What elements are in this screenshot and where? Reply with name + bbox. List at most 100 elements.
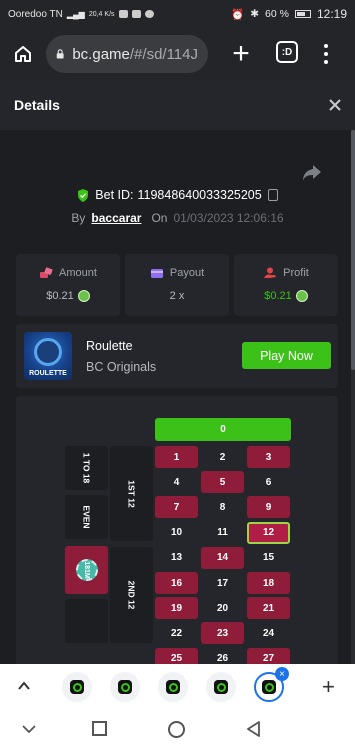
shield-check-icon: [78, 188, 89, 202]
on-label: On: [151, 211, 168, 225]
tab-thumbnail[interactable]: [110, 672, 140, 702]
tab-strip: × +: [0, 664, 355, 710]
new-tab-button[interactable]: +: [226, 39, 256, 69]
copy-icon[interactable]: [267, 189, 278, 201]
clock: 12:19: [316, 7, 347, 21]
roulette-number-cell: 27: [247, 647, 290, 664]
game-card: ROULETTE Roulette BC Originals Play Now: [16, 324, 338, 388]
share-icon[interactable]: [302, 164, 322, 182]
page-title: Details: [14, 97, 60, 113]
roulette-number-cell: 10: [155, 521, 198, 544]
roulette-number-cell: 22: [155, 622, 198, 645]
home-icon: [15, 46, 31, 62]
roulette-number-cell: 6: [247, 471, 290, 494]
outside-bet-odd: [65, 599, 108, 643]
youtube-icon: [118, 10, 128, 18]
roulette-number-cell: 4: [155, 471, 198, 494]
address-bar[interactable]: bc.game/#/sd/114J: [46, 35, 208, 73]
data-speed: 20,4 K/s: [88, 10, 115, 18]
roulette-number-cell: 9: [247, 496, 290, 519]
tab-switcher-button[interactable]: :D: [276, 41, 298, 63]
back-triangle-icon[interactable]: [246, 721, 262, 737]
game-provider: BC Originals: [86, 360, 157, 374]
messenger-icon: [144, 10, 154, 18]
browser-toolbar: bc.game/#/sd/114J + :D: [0, 28, 355, 80]
browser-menu-button[interactable]: [316, 40, 336, 68]
thumbnail-label: ROULETTE: [29, 370, 67, 377]
roulette-number-cell: 21: [247, 597, 290, 620]
game-name: Roulette: [86, 339, 133, 353]
roulette-number-cell: 2: [201, 446, 244, 468]
add-tab-button[interactable]: +: [322, 674, 335, 700]
tab-thumbnail[interactable]: [62, 672, 92, 702]
battery-percent: 60 %: [265, 8, 289, 20]
amount-card: Amount $0.21: [16, 254, 120, 316]
tab-thumbnail[interactable]: [206, 672, 236, 702]
close-tab-icon[interactable]: ×: [275, 667, 289, 681]
roulette-zero-cell: 0: [155, 418, 291, 441]
tab-thumbnail[interactable]: [158, 672, 188, 702]
amount-value: $0.21: [46, 290, 74, 302]
close-button[interactable]: [329, 96, 341, 114]
roulette-number-cell: 11: [201, 521, 244, 544]
chevron-down-icon[interactable]: [22, 722, 36, 736]
payout-card-icon: [150, 269, 163, 278]
outside-bet-1-to-18: 1 TO 18: [65, 446, 108, 490]
chevron-up-icon[interactable]: [18, 680, 30, 692]
profit-card: Profit $0.21: [234, 254, 338, 316]
roulette-number-cell: 12: [247, 521, 290, 544]
bcgame-logo-icon: [262, 680, 276, 694]
roulette-number-cell: 16: [155, 572, 198, 594]
roulette-number-cell: 25: [155, 647, 198, 664]
bcgame-logo-icon: [118, 680, 132, 694]
status-bar: Ooredoo TN ▂▄▆ 20,4 K/s ⏰ ✱ 60 % 12:19: [0, 0, 355, 28]
roulette-number-cell: 20: [201, 597, 244, 620]
roulette-number-cell: 26: [201, 647, 244, 664]
bluetooth-icon: ✱: [250, 8, 260, 20]
roulette-number-cell: 17: [201, 572, 244, 594]
plus-icon: +: [232, 37, 250, 70]
home-button[interactable]: [8, 39, 38, 69]
bet-id-row: Bet ID: 119848640033325205: [0, 188, 355, 202]
roulette-number-cell: 8: [201, 496, 244, 519]
bet-timestamp: 01/03/2023 12:06:16: [173, 211, 284, 225]
bcgame-logo-icon: [70, 680, 84, 694]
roulette-number-cell: 24: [247, 622, 290, 645]
home-nav-button[interactable]: [168, 721, 185, 738]
game-thumbnail[interactable]: ROULETTE: [24, 332, 72, 380]
bcd-coin-icon: [295, 290, 308, 302]
dozen-bet-first: 1ST 12: [110, 446, 153, 541]
details-header: Details: [0, 80, 355, 130]
roulette-number-cell: 1: [155, 446, 198, 468]
bcd-coin-icon: [77, 290, 90, 302]
close-icon: [329, 99, 341, 111]
bet-details-content: Bet ID: 119848640033325205 By baccarar O…: [0, 130, 355, 664]
profit-value: $0.21: [264, 290, 292, 302]
alarm-icon: ⏰: [231, 8, 245, 21]
roulette-number-cell: 23: [201, 622, 244, 645]
amount-label: Amount: [59, 267, 97, 279]
roulette-number-cell: 13: [155, 546, 198, 569]
payout-card: Payout 2 x: [125, 254, 229, 316]
outside-bet-even: EVEN: [65, 495, 108, 539]
bcgame-logo-icon: [214, 680, 228, 694]
recents-button[interactable]: [92, 721, 107, 736]
bet-chip: 181M: [75, 559, 98, 581]
profit-hand-icon: [264, 267, 277, 278]
outside-bet-red: 181M: [65, 546, 108, 594]
roulette-number-cell: 7: [155, 496, 198, 519]
by-label: By: [71, 211, 86, 225]
roulette-number-cell: 14: [201, 546, 244, 569]
roulette-number-cell: 19: [155, 597, 198, 620]
profit-label: Profit: [283, 267, 309, 279]
payout-value: 2 x: [169, 290, 185, 302]
bet-id-value: 119848640033325205: [137, 188, 262, 202]
roulette-number-cell: 15: [247, 546, 290, 569]
roulette-board: 0 1 TO 18 EVEN 181M 1ST 12 2ND 12 123456…: [16, 396, 338, 664]
bcgame-logo-icon: [166, 680, 180, 694]
play-now-button[interactable]: Play Now: [242, 342, 331, 369]
android-nav-bar: [0, 710, 355, 750]
roulette-number-cell: 5: [201, 471, 244, 494]
signal-icon: ▂▄▆: [66, 9, 85, 19]
username-link[interactable]: baccarar: [91, 211, 141, 225]
